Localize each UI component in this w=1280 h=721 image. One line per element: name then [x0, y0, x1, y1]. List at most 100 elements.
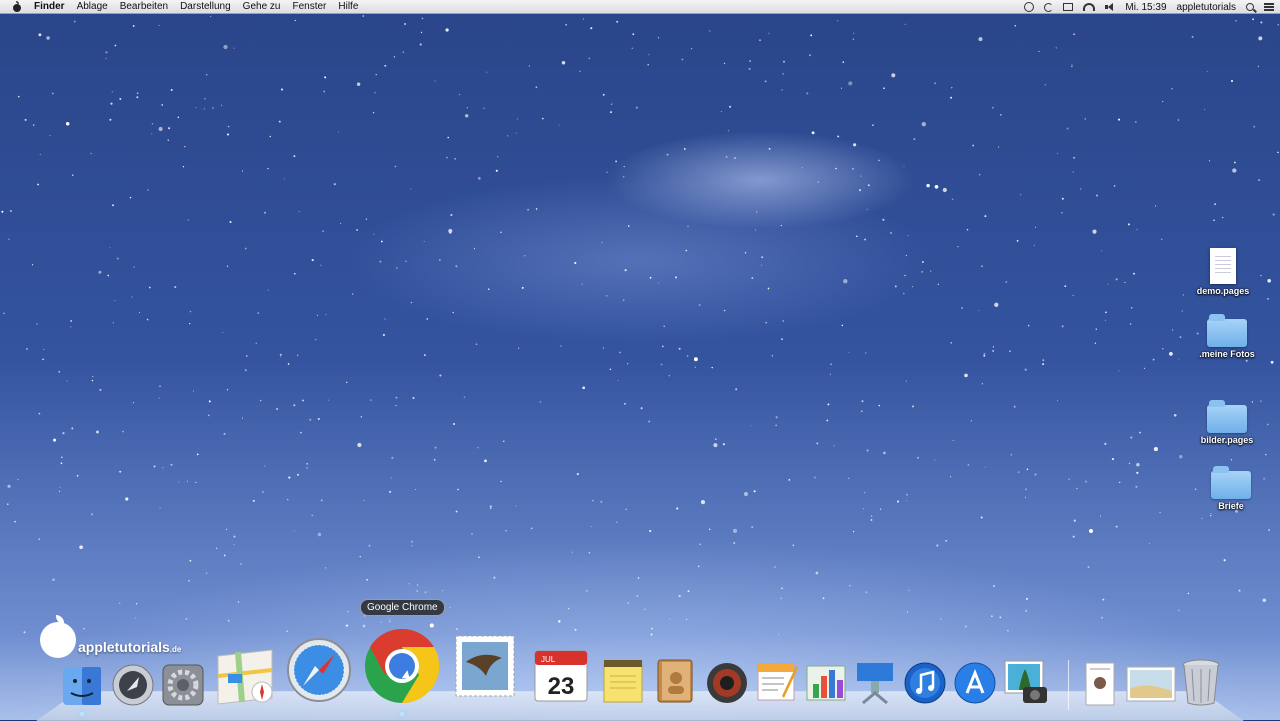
star — [98, 270, 102, 274]
star — [203, 108, 206, 110]
star — [38, 538, 41, 541]
star — [518, 347, 520, 349]
menu-darstellung[interactable]: Darstellung — [174, 0, 237, 14]
star — [61, 456, 63, 458]
iphoto-icon[interactable] — [1000, 656, 1050, 706]
star — [1201, 517, 1203, 520]
star — [195, 107, 197, 109]
star — [71, 174, 74, 177]
star — [978, 309, 980, 311]
star — [1136, 462, 1140, 467]
app-store-icon[interactable] — [952, 660, 998, 706]
menu-finder[interactable]: Finder — [32, 0, 71, 14]
photo-booth-icon[interactable] — [704, 660, 750, 706]
star — [835, 167, 837, 170]
wifi-icon[interactable] — [1083, 3, 1096, 11]
star — [463, 396, 466, 398]
star — [810, 34, 813, 37]
star — [477, 446, 479, 449]
star — [159, 507, 161, 509]
finder-icon[interactable] — [60, 664, 104, 708]
star — [1025, 597, 1029, 600]
star — [1038, 50, 1040, 53]
star — [279, 353, 282, 356]
apple-menu-icon[interactable] — [12, 1, 22, 12]
user-name[interactable]: appletutorials — [1177, 2, 1236, 13]
star — [7, 503, 9, 506]
volume-icon[interactable] — [1105, 2, 1115, 12]
star — [1266, 423, 1269, 426]
time-machine-icon[interactable] — [1044, 2, 1054, 12]
numbers-icon[interactable] — [802, 656, 850, 706]
menu-hilfe[interactable]: Hilfe — [332, 0, 364, 14]
star — [306, 463, 308, 465]
clock[interactable]: Mi. 15:39 — [1125, 2, 1166, 13]
safari-icon[interactable] — [284, 634, 354, 706]
dock-tooltip: Google Chrome — [360, 599, 445, 616]
keynote-icon[interactable] — [852, 658, 898, 706]
star — [471, 533, 473, 535]
star — [817, 181, 819, 183]
calendar-icon[interactable]: JUL 23 — [530, 644, 592, 706]
star — [681, 58, 684, 61]
google-chrome-icon[interactable] — [362, 626, 442, 706]
airplay-icon[interactable] — [1063, 3, 1074, 11]
star — [320, 264, 322, 266]
star — [984, 466, 986, 468]
menu-ablage[interactable]: Ablage — [71, 0, 114, 14]
star — [878, 159, 880, 162]
star — [324, 567, 327, 569]
desktop-folder-bilder-pages[interactable]: bilder.pages — [1187, 399, 1267, 445]
star — [992, 346, 995, 348]
star — [255, 342, 257, 344]
star — [732, 528, 738, 533]
maps-icon[interactable] — [212, 644, 278, 710]
mail-icon[interactable] — [450, 630, 520, 702]
star — [961, 307, 964, 309]
star — [1066, 127, 1069, 130]
contacts-icon[interactable] — [652, 656, 698, 706]
itunes-icon[interactable] — [902, 660, 948, 706]
star — [264, 465, 266, 467]
star — [663, 325, 666, 328]
star — [942, 187, 947, 193]
menu-fenster[interactable]: Fenster — [286, 0, 332, 14]
documents-stack-icon[interactable] — [1078, 660, 1122, 708]
star — [1135, 121, 1137, 123]
star — [723, 62, 726, 65]
star — [1064, 285, 1067, 288]
star — [837, 20, 839, 22]
star — [245, 369, 247, 371]
downloads-stack-icon[interactable] — [1124, 660, 1178, 708]
star — [863, 508, 865, 510]
star — [449, 607, 451, 609]
star — [241, 417, 244, 419]
star — [1191, 35, 1194, 38]
star — [904, 274, 906, 277]
desktop-folder-meine-fotos[interactable]: .meine Fotos — [1187, 313, 1267, 359]
star — [984, 215, 987, 218]
star — [483, 107, 485, 109]
star — [158, 397, 160, 399]
pages-icon[interactable] — [752, 656, 802, 706]
star — [70, 319, 73, 322]
notification-center-icon[interactable] — [1264, 3, 1274, 11]
spotlight-search-icon[interactable] — [1246, 3, 1254, 11]
desktop-folder-briefe[interactable]: Briefe — [1191, 465, 1271, 511]
star — [14, 520, 16, 523]
star — [475, 343, 478, 345]
menu-gehe-zu[interactable]: Gehe zu — [237, 0, 287, 14]
star — [132, 402, 134, 404]
menu-bearbeiten[interactable]: Bearbeiten — [114, 0, 174, 14]
notes-icon[interactable] — [600, 656, 646, 706]
launchpad-icon[interactable] — [110, 662, 156, 708]
desktop-file-demo-pages[interactable]: demo.pages — [1183, 248, 1263, 296]
star — [389, 618, 391, 621]
system-preferences-icon[interactable] — [160, 662, 206, 708]
star — [658, 282, 660, 284]
trash-icon[interactable] — [1178, 656, 1224, 708]
screen-recording-icon[interactable] — [1024, 2, 1035, 12]
star — [1153, 447, 1158, 452]
star — [1133, 272, 1135, 275]
star — [478, 556, 480, 559]
